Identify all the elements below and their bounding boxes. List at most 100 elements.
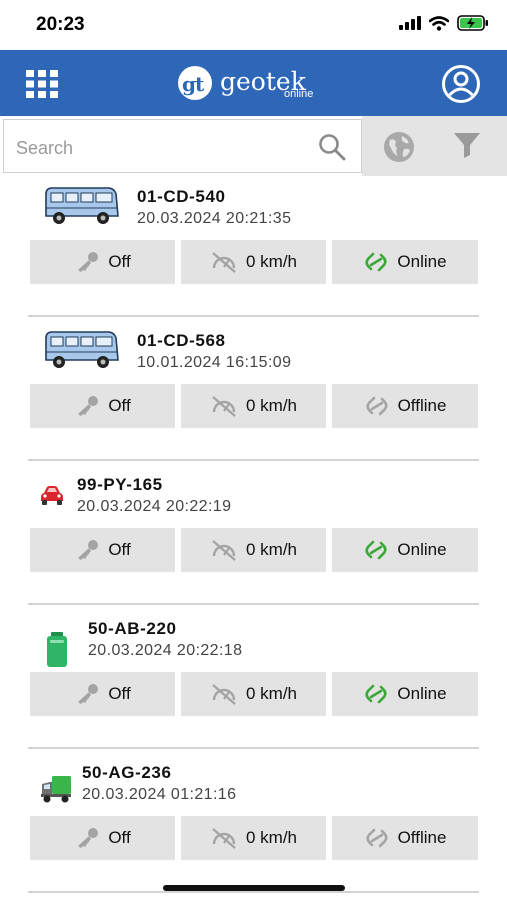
speed-label: 0 km/h: [245, 828, 298, 847]
geotek-logo: g t geotek online: [176, 62, 313, 104]
status-icons: [399, 15, 489, 31]
vehicle-timestamp: 20.03.2024 20:22:18: [88, 642, 243, 659]
ignition-label: Off: [108, 396, 131, 415]
vehicle-card[interactable]: 50-AG-236 20.03.2024 01:21:16 Off 0 km/h…: [0, 752, 507, 896]
search-box: [3, 119, 362, 173]
connection-label: Online: [397, 540, 447, 559]
key-icon: [78, 252, 99, 272]
logo-subtext: online: [284, 88, 314, 100]
speed-label: 0 km/h: [245, 540, 298, 559]
profile-button[interactable]: [441, 64, 481, 104]
profile-icon: [442, 65, 480, 103]
search-icon[interactable]: [317, 132, 347, 162]
no-speed-icon: [212, 396, 236, 417]
offline-link-icon: [366, 828, 388, 848]
speed-status-button[interactable]: 0 km/h: [181, 528, 326, 572]
map-filter-tools: [362, 116, 507, 176]
van-icon: [45, 187, 119, 224]
no-speed-icon: [212, 540, 236, 561]
online-link-icon: [365, 684, 387, 704]
speed-status-button[interactable]: 0 km/h: [181, 816, 326, 860]
vehicle-card[interactable]: 99-PY-165 20.03.2024 20:22:19 Off 0 km/h…: [0, 464, 507, 608]
status-row: Off 0 km/h Online: [30, 528, 478, 574]
ignition-status-button[interactable]: Off: [30, 240, 175, 284]
connection-status-button[interactable]: Online: [332, 528, 478, 572]
vehicle-timestamp: 20.03.2024 01:21:16: [82, 786, 237, 803]
red-car-icon: [41, 486, 63, 505]
vehicle-plate: 50-AB-220: [88, 619, 177, 638]
key-icon: [78, 684, 99, 704]
home-indicator[interactable]: [163, 885, 345, 891]
grid-menu-button[interactable]: [26, 70, 58, 98]
connection-status-button[interactable]: Offline: [332, 816, 478, 860]
grid-menu-icon: [26, 70, 58, 98]
no-speed-icon: [212, 684, 236, 705]
vehicle-plate: 50-AG-236: [82, 763, 172, 782]
status-bar: 20:23: [0, 0, 507, 50]
key-icon: [78, 396, 99, 416]
search-input[interactable]: [16, 134, 296, 162]
ignition-status-button[interactable]: Off: [30, 528, 175, 572]
vehicle-card[interactable]: 01-CD-568 10.01.2024 16:15:09 Off 0 km/h…: [0, 320, 507, 464]
globe-icon[interactable]: [382, 130, 416, 164]
ignition-status-button[interactable]: Off: [30, 384, 175, 428]
divider: [28, 315, 479, 317]
wifi-icon: [429, 15, 449, 31]
battery-charging-icon: [457, 15, 488, 31]
key-icon: [78, 828, 99, 848]
speed-label: 0 km/h: [245, 252, 298, 271]
connection-label: Online: [397, 252, 447, 271]
vehicle-timestamp: 20.03.2024 20:22:19: [77, 498, 232, 515]
app-header: g t geotek online: [0, 50, 507, 116]
ignition-label: Off: [108, 684, 131, 703]
divider: [28, 459, 479, 461]
vehicle-card[interactable]: 50-AB-220 20.03.2024 20:22:18 Off 0 km/h…: [0, 608, 507, 752]
vehicle-list: 01-CD-540 20.03.2024 20:21:35 Off 0 km/h…: [0, 176, 507, 896]
status-row: Off 0 km/h Offline: [30, 384, 478, 430]
ignition-label: Off: [108, 828, 131, 847]
vehicle-card[interactable]: 01-CD-540 20.03.2024 20:21:35 Off 0 km/h…: [0, 176, 507, 320]
speed-label: 0 km/h: [245, 396, 298, 415]
vehicle-plate: 01-CD-568: [137, 331, 226, 350]
logo-mark-icon: g t: [178, 66, 212, 100]
signal-icon: [399, 16, 421, 30]
speed-status-button[interactable]: 0 km/h: [181, 384, 326, 428]
speed-label: 0 km/h: [245, 684, 298, 703]
no-speed-icon: [212, 828, 236, 849]
speed-status-button[interactable]: 0 km/h: [181, 240, 326, 284]
status-row: Off 0 km/h Online: [30, 240, 478, 286]
offline-link-icon: [366, 396, 388, 416]
divider: [28, 891, 479, 893]
key-icon: [78, 540, 99, 560]
vehicle-plate: 01-CD-540: [137, 187, 226, 206]
divider: [28, 747, 479, 749]
vehicle-timestamp: 10.01.2024 16:15:09: [137, 354, 292, 371]
status-time: 20:23: [36, 14, 85, 35]
svg-text:t: t: [195, 72, 205, 96]
search-row: [0, 116, 507, 176]
online-link-icon: [365, 252, 387, 272]
ignition-status-button[interactable]: Off: [30, 816, 175, 860]
connection-label: Offline: [397, 396, 447, 415]
no-speed-icon: [212, 252, 236, 273]
green-truck-icon: [41, 776, 71, 803]
vehicle-plate: 99-PY-165: [77, 475, 163, 494]
van-icon: [45, 331, 119, 368]
connection-status-button[interactable]: Online: [332, 240, 478, 284]
ignition-label: Off: [108, 540, 131, 559]
green-tracker-icon: [47, 632, 67, 667]
ignition-label: Off: [108, 252, 131, 271]
vehicle-timestamp: 20.03.2024 20:21:35: [137, 210, 292, 227]
svg-text:g: g: [182, 72, 196, 96]
status-row: Off 0 km/h Offline: [30, 816, 478, 862]
divider: [28, 603, 479, 605]
filter-icon[interactable]: [452, 130, 482, 160]
connection-status-button[interactable]: Online: [332, 672, 478, 716]
connection-status-button[interactable]: Offline: [332, 384, 478, 428]
connection-label: Online: [397, 684, 447, 703]
speed-status-button[interactable]: 0 km/h: [181, 672, 326, 716]
online-link-icon: [365, 540, 387, 560]
connection-label: Offline: [397, 828, 447, 847]
ignition-status-button[interactable]: Off: [30, 672, 175, 716]
status-row: Off 0 km/h Online: [30, 672, 478, 718]
